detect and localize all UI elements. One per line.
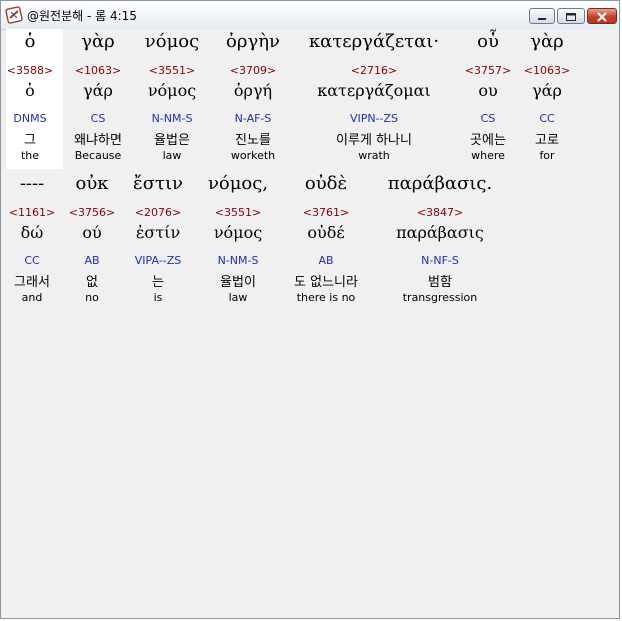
word-morph: AB — [84, 254, 100, 267]
word-morph: AB — [318, 254, 334, 267]
word-english: there is no — [296, 291, 356, 304]
word-morph: CC — [539, 112, 555, 125]
word-strong: <3847> — [416, 206, 464, 219]
word-greek: οὗ — [477, 31, 499, 52]
word-english: no — [85, 291, 99, 304]
word-morph: DNMS — [13, 112, 47, 125]
word-greek: ἔστιν — [133, 173, 183, 194]
word-korean: 곳에는 — [470, 133, 506, 148]
word-lex: ου — [478, 81, 498, 100]
word-greek: οὐδὲ — [304, 173, 348, 194]
word-korean: 진노를 — [235, 133, 271, 148]
word-lex: ού — [82, 223, 102, 242]
word-strong: <3709> — [229, 64, 277, 77]
word-morph: N-NM-S — [217, 254, 259, 267]
word-english: and — [21, 291, 43, 304]
word-english: for — [539, 149, 555, 162]
word-lex: ὀργή — [233, 81, 273, 100]
word-lex: ὁ — [25, 81, 35, 100]
word-greek: κατεργάζεται· — [308, 31, 440, 52]
word-korean: 범함 — [428, 275, 452, 290]
word-morph: N-AF-S — [234, 112, 272, 125]
word-greek: οὐκ — [75, 173, 109, 194]
word-lex: ἐστίν — [135, 223, 181, 242]
word-morph: CS — [480, 112, 496, 125]
word-english: worketh — [230, 149, 276, 162]
word-lex: δώ — [20, 223, 44, 242]
title-bar[interactable]: @원전분해 - 롬 4:15 — [1, 1, 619, 30]
close-button[interactable] — [587, 8, 617, 24]
app-window: @원전분해 - 롬 4:15 ὁ <3588> ὁ DNMS 그 the γὰρ <1063>… — [0, 0, 620, 619]
word-greek: νόμος — [144, 31, 200, 52]
window-title: @원전분해 - 롬 4:15 — [27, 9, 137, 23]
word-english: law — [162, 149, 182, 162]
interlinear-panel: ὁ <3588> ὁ DNMS 그 the γὰρ <1063> γάρ CS 왜냐하면 Becaus… — [6, 29, 618, 615]
word-greek: γὰρ — [530, 31, 564, 52]
word-korean: 왜냐하면 — [74, 133, 122, 148]
word-english: where — [471, 149, 505, 162]
word-lex: παράβασις — [396, 223, 484, 242]
word-strong: <3756> — [68, 206, 116, 219]
word-lex: γάρ — [83, 81, 113, 100]
word-morph: N-NF-S — [421, 254, 459, 267]
word-korean: 율법은 — [154, 133, 190, 148]
minimize-icon — [538, 18, 546, 20]
word-morph: VIPA--ZS — [134, 254, 182, 267]
word-korean: 없 — [86, 275, 98, 290]
word-korean: 그래서 — [14, 275, 50, 290]
app-icon[interactable] — [5, 6, 23, 24]
word-morph: CC — [24, 254, 40, 267]
word-korean: 고로 — [535, 133, 559, 148]
maximize-icon — [566, 13, 576, 21]
word-morph: VIPN--ZS — [349, 112, 399, 125]
word-lex: γάρ — [532, 81, 562, 100]
word-strong: <3551> — [214, 206, 262, 219]
word-greek: ὁ — [24, 31, 36, 52]
word-greek: γὰρ — [81, 31, 115, 52]
word-korean: 이루게 하나니 — [336, 133, 412, 148]
word-strong: <3761> — [302, 206, 350, 219]
minimize-button[interactable] — [529, 8, 555, 24]
word-strong: <1063> — [74, 64, 122, 77]
word-korean: 도 없느니라 — [294, 275, 358, 290]
word-strong: <1063> — [523, 64, 571, 77]
word-lex: νόμος — [213, 223, 263, 242]
word-english: is — [153, 291, 163, 304]
word-strong: <1161> — [8, 206, 56, 219]
word-strong: <2076> — [134, 206, 182, 219]
word-strong: <3588> — [6, 64, 54, 77]
word-korean: 는 — [152, 275, 164, 290]
word-greek: ὀργὴν — [226, 31, 280, 52]
close-icon — [597, 12, 607, 22]
word-english: Because — [74, 149, 122, 162]
word-greek: παράβασις. — [387, 173, 493, 194]
word-lex: νόμος — [147, 81, 197, 100]
word-strong: <3757> — [464, 64, 512, 77]
word-lex: κατεργάζομαι — [317, 81, 431, 100]
word-greek: ---- — [19, 173, 45, 194]
word-morph: CS — [90, 112, 106, 125]
word-english: the — [20, 149, 40, 162]
word-english: wrath — [358, 149, 390, 162]
maximize-button[interactable] — [557, 8, 585, 24]
word-english: transgression — [402, 291, 478, 304]
word-lex: οὐδέ — [307, 223, 345, 242]
word-strong: <2716> — [350, 64, 398, 77]
word-korean: 그 — [24, 133, 36, 148]
word-korean: 율법이 — [220, 275, 256, 290]
word-strong: <3551> — [148, 64, 196, 77]
word-greek: νόμος, — [207, 173, 269, 194]
word-english: law — [228, 291, 248, 304]
word-morph: N-NM-S — [151, 112, 193, 125]
